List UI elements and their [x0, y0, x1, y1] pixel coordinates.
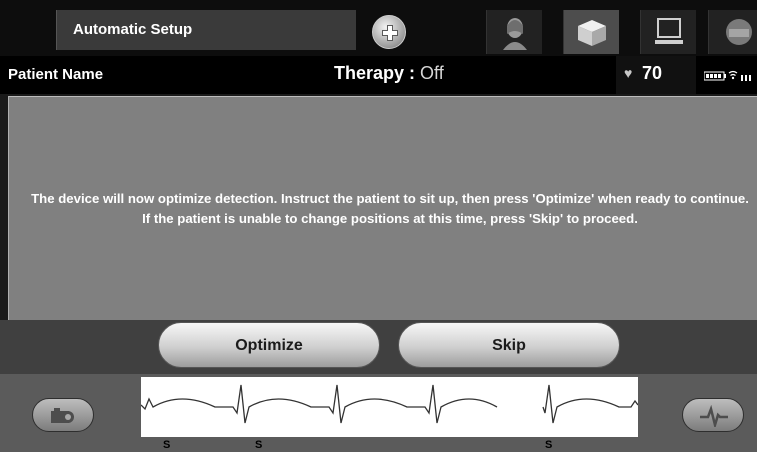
- wireless-icon: [728, 70, 738, 80]
- battery-icon: [703, 71, 726, 81]
- therapy-value: Off: [420, 63, 444, 83]
- top-bar: Automatic Setup: [0, 0, 757, 56]
- heart-rate-value: 70: [642, 63, 663, 83]
- capture-button[interactable]: [32, 398, 94, 432]
- sense-marker: S: [545, 439, 553, 451]
- status-indicators: [703, 69, 757, 83]
- plus-circle-icon[interactable]: [372, 15, 406, 49]
- sense-marker: S: [255, 439, 263, 451]
- tab-programmer[interactable]: [708, 10, 757, 54]
- waveform-button[interactable]: [682, 398, 744, 432]
- tab-patient[interactable]: [486, 10, 542, 54]
- skip-button[interactable]: Skip: [398, 322, 620, 368]
- ecg-marker-row: [141, 437, 638, 452]
- therapy-status: Therapy : Off: [334, 63, 444, 84]
- patient-name: Patient Name: [8, 66, 104, 83]
- patient-bar: Patient Name Therapy : Off ♥ 70: [0, 56, 757, 94]
- message-panel: The device will now optimize detection. …: [8, 96, 757, 320]
- tab-monitor[interactable]: [640, 10, 696, 54]
- instruction-message: The device will now optimize detection. …: [31, 191, 749, 226]
- ecg-waveform: [140, 384, 639, 424]
- optimize-button[interactable]: Optimize: [158, 322, 380, 368]
- signal-strength-icon: [741, 75, 751, 81]
- heart-icon: ♥: [624, 65, 633, 81]
- ecg-strip: [140, 377, 639, 437]
- therapy-label: Therapy :: [334, 63, 416, 83]
- heart-rate-display: ♥ 70: [616, 56, 696, 94]
- sense-marker: S: [163, 439, 171, 451]
- page-title: Automatic Setup: [56, 10, 356, 50]
- tab-device[interactable]: [563, 10, 619, 54]
